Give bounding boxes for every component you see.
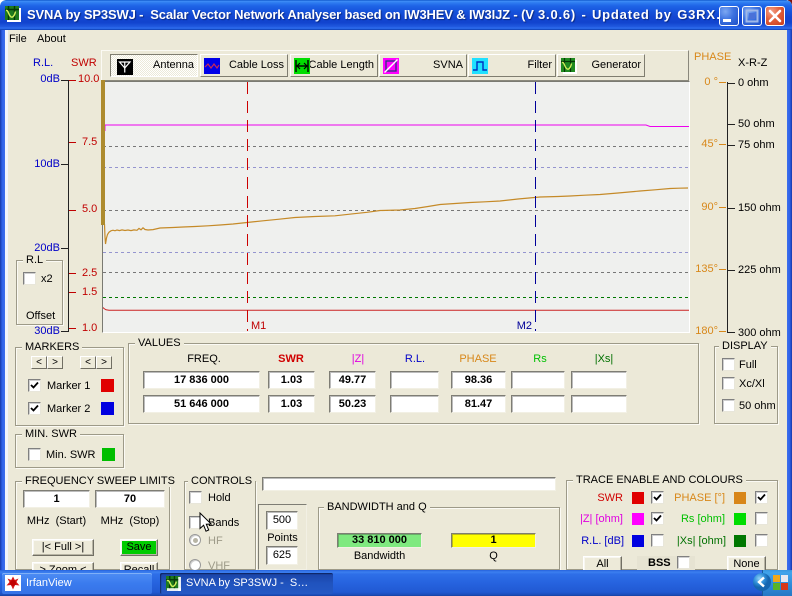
svg-text:M2: M2 — [517, 320, 532, 332]
svg-text:M1: M1 — [251, 320, 266, 332]
